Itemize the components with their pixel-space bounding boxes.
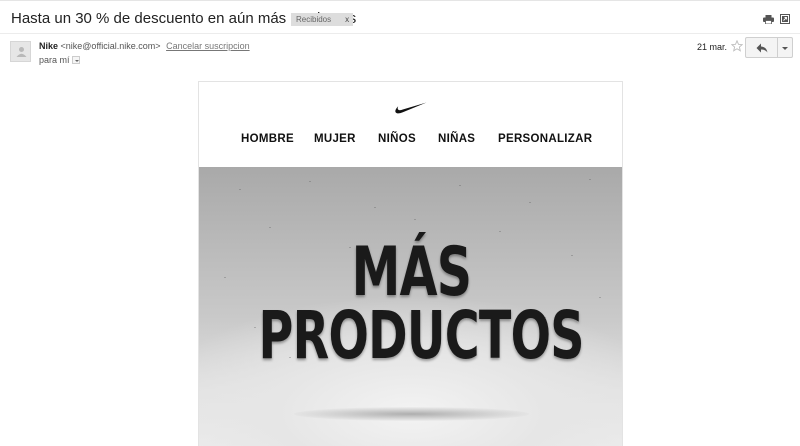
new-window-icon[interactable]: [780, 14, 790, 24]
unsubscribe-link[interactable]: Cancelar suscripcion: [166, 41, 250, 51]
hero-floor-shadow: [294, 407, 529, 421]
remove-label-button[interactable]: x: [345, 15, 349, 24]
sender-name[interactable]: Nike: [39, 41, 58, 51]
person-icon: [16, 47, 27, 57]
sender-email: <nike@official.nike.com>: [60, 41, 161, 51]
more-options-button[interactable]: [777, 37, 793, 58]
nav-item-mujer[interactable]: MUJER: [314, 133, 356, 145]
nav-item-ninas[interactable]: NIÑAS: [438, 133, 475, 145]
email-date: 21 mar.: [697, 42, 728, 52]
inbox-label-chip[interactable]: Recibidos x: [291, 13, 354, 26]
recipient-details-toggle[interactable]: [72, 56, 80, 64]
nav-item-ninos[interactable]: NIÑOS: [378, 133, 416, 145]
reply-button[interactable]: [745, 37, 778, 58]
star-icon[interactable]: [731, 40, 743, 52]
category-nav: HOMBRE MUJER NIÑOS NIÑAS PERSONALIZAR: [199, 133, 622, 151]
email-body: HOMBRE MUJER NIÑOS NIÑAS PERSONALIZAR MÁ…: [198, 81, 623, 446]
nav-item-hombre[interactable]: HOMBRE: [241, 133, 294, 145]
print-icon[interactable]: [763, 15, 774, 24]
nike-swoosh-logo[interactable]: [395, 102, 427, 115]
recipient-label: para mí: [39, 55, 70, 65]
subject-bar: Hasta un 30 % de descuento en aún más pr…: [0, 0, 800, 34]
hero-banner[interactable]: MÁS PRODUCTOS: [199, 167, 622, 446]
hero-headline-line2: PRODUCTOS: [258, 297, 585, 374]
reply-icon: [756, 43, 768, 53]
inbox-label: Recibidos: [296, 15, 332, 24]
nav-item-personalizar[interactable]: PERSONALIZAR: [498, 133, 592, 145]
sender-avatar: [10, 41, 31, 62]
sender-line: Nike <nike@official.nike.com> Cancelar s…: [39, 41, 250, 51]
